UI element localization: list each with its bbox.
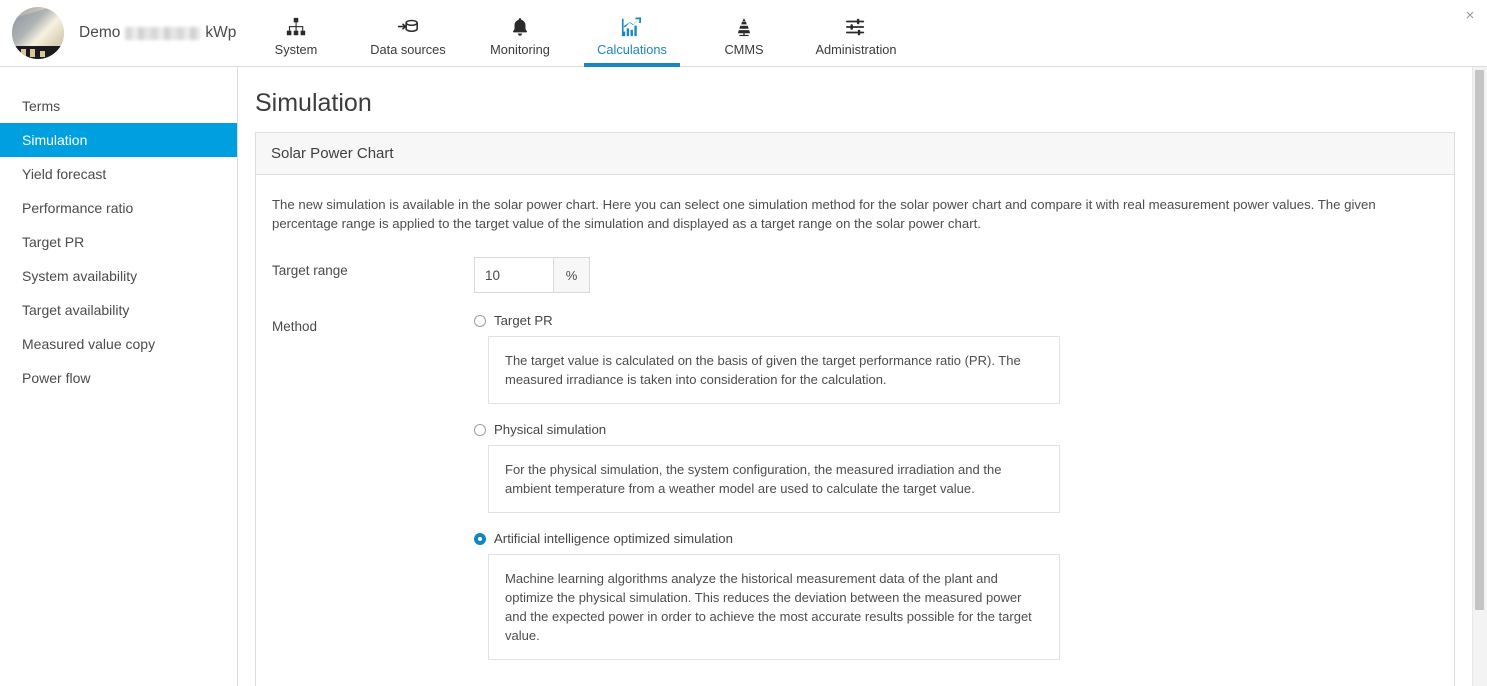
radio-icon[interactable] [474,423,486,436]
method-option-target-pr: Target PR The target value is calculated… [474,313,1060,404]
method-option-physical-simulation: Physical simulation For the physical sim… [474,422,1060,513]
nav-label: Monitoring [490,41,550,57]
brand: Demo kWp [0,7,240,59]
sidebar-item-power-flow[interactable]: Power flow [0,361,237,395]
radio-label: Artificial intelligence optimized simula… [494,531,733,546]
method-description: The target value is calculated on the ba… [488,336,1060,404]
vertical-scrollbar-track[interactable] [1472,67,1487,686]
plant-title: Demo kWp [79,24,236,42]
main-nav: System Data sources Monitoring Calculati… [240,0,912,67]
card-title: Solar Power Chart [256,133,1454,175]
sidebar-item-label: Performance ratio [22,200,134,216]
method-options: Target PR The target value is calculated… [474,313,1060,660]
radio-icon-selected[interactable] [474,532,486,545]
method-description: Machine learning algorithms analyze the … [488,554,1060,660]
radio-icon[interactable] [474,314,486,327]
sidebar-item-label: Power flow [22,370,91,386]
nav-item-monitoring[interactable]: Monitoring [464,0,576,67]
sidebar-item-label: Target availability [22,302,130,318]
chart-trend-icon [620,14,644,38]
vertical-scrollbar-thumb[interactable] [1475,70,1484,610]
sidebar-item-measured-value-copy[interactable]: Measured value copy [0,327,237,361]
main-content: Simulation Solar Power Chart The new sim… [239,67,1471,686]
hierarchy-icon [285,14,307,38]
nav-label: Calculations [597,41,667,57]
database-import-icon [396,14,420,38]
radio-physical-simulation[interactable]: Physical simulation [474,422,1060,437]
radio-label: Physical simulation [494,422,607,437]
form-actions: Reset Save [272,680,1438,686]
target-range-row: Target range % [272,257,1438,293]
page-title: Simulation [255,89,372,117]
card-body: The new simulation is available in the s… [256,175,1454,686]
sidebar-item-label: Target PR [22,234,85,250]
target-range-label: Target range [272,263,348,278]
sidebar-item-performance-ratio[interactable]: Performance ratio [0,191,237,225]
nav-item-calculations[interactable]: Calculations [576,0,688,67]
avatar-window [30,49,35,57]
solar-panel-icon [733,14,755,38]
sliders-icon [844,14,868,38]
radio-ai-optimized-simulation[interactable]: Artificial intelligence optimized simula… [474,531,1060,546]
top-bar: Demo kWp System Data sources Monitoring … [0,0,1487,67]
sidebar-item-terms[interactable]: Terms [0,89,237,123]
nav-item-data-sources[interactable]: Data sources [352,0,464,67]
avatar-window [21,49,26,57]
target-range-unit: % [554,257,590,293]
sidebar-item-target-availability[interactable]: Target availability [0,293,237,327]
nav-item-cmms[interactable]: CMMS [688,0,800,67]
method-description: For the physical simulation, the system … [488,445,1060,513]
intro-text: The new simulation is available in the s… [272,197,1376,231]
nav-item-administration[interactable]: Administration [800,0,912,67]
avatar-window [40,51,45,57]
sidebar-item-label: Yield forecast [22,166,107,182]
sidebar-item-label: Terms [22,98,61,114]
sidebar-item-label: System availability [22,268,138,284]
nav-label: Data sources [370,41,446,57]
method-row: Method Target PR The target value is cal… [272,313,1438,660]
redacted-capacity [125,26,201,40]
nav-label: CMMS [724,41,764,57]
sidebar-item-label: Simulation [22,132,88,148]
plant-name-prefix: Demo [79,24,121,41]
radio-label: Target PR [494,313,553,328]
target-range-input-group: % [474,257,590,293]
close-icon[interactable]: × [1462,8,1478,25]
avatar-building [12,46,64,59]
sidebar: Terms Simulation Yield forecast Performa… [0,67,238,686]
method-option-ai-optimized-simulation: Artificial intelligence optimized simula… [474,531,1060,660]
method-label: Method [272,319,318,334]
nav-label: Administration [815,41,897,57]
bell-icon [510,14,530,38]
nav-label: System [274,41,318,57]
sidebar-item-simulation[interactable]: Simulation [0,123,237,157]
radio-target-pr[interactable]: Target PR [474,313,1060,328]
target-range-input[interactable] [474,257,554,293]
avatar [12,7,64,59]
sidebar-item-target-pr[interactable]: Target PR [0,225,237,259]
sidebar-item-label: Measured value copy [22,336,156,352]
solar-power-chart-card: Solar Power Chart The new simulation is … [255,132,1455,686]
nav-item-system[interactable]: System [240,0,352,67]
sidebar-item-system-availability[interactable]: System availability [0,259,237,293]
sidebar-item-yield-forecast[interactable]: Yield forecast [0,157,237,191]
plant-unit: kWp [205,24,237,41]
